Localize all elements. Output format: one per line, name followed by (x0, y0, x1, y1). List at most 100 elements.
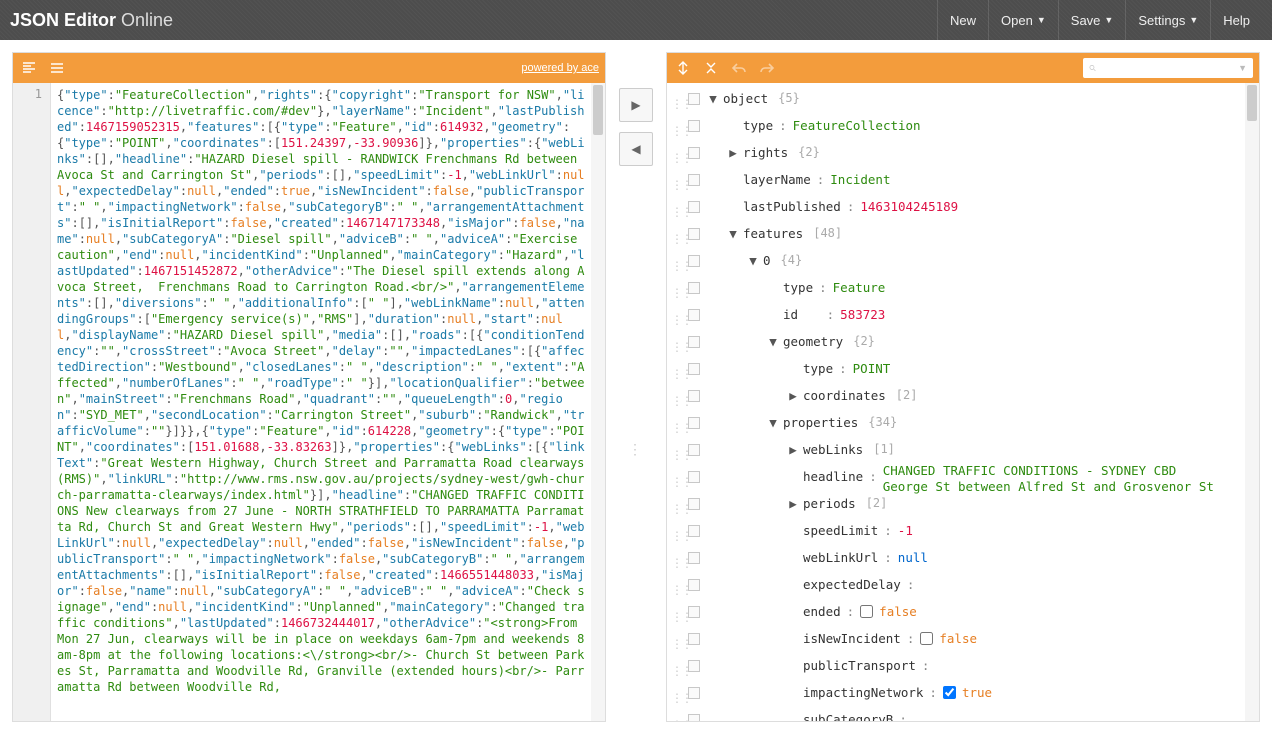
tree-field[interactable]: layerName (743, 166, 811, 193)
menu-save[interactable]: Save▼ (1058, 0, 1126, 40)
expander-icon[interactable]: ▶ (783, 382, 803, 409)
tree-row[interactable]: ▼geometry{2} (667, 328, 1245, 355)
code-editor[interactable]: 1 {"type":"FeatureCollection","rights":{… (13, 83, 605, 721)
drag-handle-icon[interactable] (667, 119, 685, 133)
tree-field[interactable]: type (743, 112, 773, 139)
tree-field[interactable]: webLinks (803, 436, 863, 463)
tree-row[interactable]: impactingNetwork:true (667, 679, 1245, 706)
drag-handle-icon[interactable] (667, 686, 685, 700)
drag-handle-icon[interactable] (667, 443, 685, 457)
tree-field[interactable]: lastPublished (743, 193, 841, 220)
expand-all-icon[interactable] (673, 58, 693, 78)
left-scrollbar[interactable] (591, 83, 605, 721)
tree-row[interactable]: ▼object{5} (667, 85, 1245, 112)
drag-handle-icon[interactable] (667, 227, 685, 241)
tree-row[interactable]: id :583723 (667, 301, 1245, 328)
drag-handle-icon[interactable] (667, 92, 685, 106)
tree-field[interactable]: geometry (783, 328, 843, 355)
format-icon[interactable] (19, 58, 39, 78)
drag-handle-icon[interactable] (667, 524, 685, 538)
search-dropdown-icon[interactable]: ▼ (1238, 63, 1247, 73)
menu-help[interactable]: Help (1210, 0, 1262, 40)
tree-view[interactable]: ▼object{5}type:FeatureCollection▶rights{… (667, 83, 1245, 721)
tree-field[interactable]: headline (803, 463, 863, 490)
tree-row[interactable]: webLinkUrl:null (667, 544, 1245, 571)
collapse-all-icon[interactable] (701, 58, 721, 78)
tree-field[interactable]: type (783, 274, 813, 301)
tree-row[interactable]: type:Feature (667, 274, 1245, 301)
tree-row[interactable]: ▼0{4} (667, 247, 1245, 274)
expander-icon[interactable]: ▶ (783, 490, 803, 517)
tree-field[interactable]: features (743, 220, 803, 247)
tree-row[interactable]: ▶coordinates[2] (667, 382, 1245, 409)
drag-handle-icon[interactable] (667, 713, 685, 722)
expander-icon[interactable]: ▼ (703, 85, 723, 112)
powered-by-link[interactable]: powered by ace (521, 62, 599, 74)
tree-row[interactable]: headline:CHANGED TRAFFIC CONDITIONS - SY… (667, 463, 1245, 490)
expander-icon[interactable]: ▼ (743, 247, 763, 274)
resize-handle[interactable]: ⋮ (628, 447, 644, 451)
expander-icon[interactable]: ▼ (763, 328, 783, 355)
tree-field[interactable]: subCategoryB (803, 706, 893, 721)
redo-icon[interactable] (757, 58, 777, 78)
code-text[interactable]: {"type":"FeatureCollection","rights":{"c… (51, 83, 591, 721)
drag-handle-icon[interactable] (667, 632, 685, 646)
right-scrollbar[interactable] (1245, 83, 1259, 721)
search-input[interactable] (1096, 62, 1238, 74)
drag-handle-icon[interactable] (667, 551, 685, 565)
tree-field[interactable]: type (803, 355, 833, 382)
tree-field[interactable]: periods (803, 490, 856, 517)
bool-checkbox[interactable] (860, 605, 873, 618)
drag-handle-icon[interactable] (667, 362, 685, 376)
tree-row[interactable]: ▼properties{34} (667, 409, 1245, 436)
drag-handle-icon[interactable] (667, 281, 685, 295)
menu-new[interactable]: New (937, 0, 988, 40)
menu-open[interactable]: Open▼ (988, 0, 1058, 40)
tree-field[interactable]: expectedDelay (803, 571, 901, 598)
bool-checkbox[interactable] (943, 686, 956, 699)
drag-handle-icon[interactable] (667, 416, 685, 430)
tree-field[interactable]: 0 (763, 247, 771, 274)
tree-row[interactable]: ▶rights{2} (667, 139, 1245, 166)
tree-field[interactable]: speedLimit (803, 517, 878, 544)
expander-icon[interactable]: ▶ (723, 139, 743, 166)
tree-field[interactable]: isNewIncident (803, 625, 901, 652)
tree-row[interactable]: type:POINT (667, 355, 1245, 382)
tree-row[interactable]: expectedDelay: (667, 571, 1245, 598)
drag-handle-icon[interactable] (667, 308, 685, 322)
expander-icon[interactable]: ▶ (783, 436, 803, 463)
tree-row[interactable]: subCategoryB: (667, 706, 1245, 721)
compact-icon[interactable] (47, 58, 67, 78)
tree-row[interactable]: ended:false (667, 598, 1245, 625)
tree-row[interactable]: ▼features[48] (667, 220, 1245, 247)
drag-handle-icon[interactable] (667, 146, 685, 160)
copy-left-button[interactable]: ◀ (619, 132, 653, 166)
copy-right-button[interactable]: ▶ (619, 88, 653, 122)
drag-handle-icon[interactable] (667, 389, 685, 403)
drag-handle-icon[interactable] (667, 578, 685, 592)
tree-field[interactable]: id (783, 301, 798, 328)
search-box[interactable]: ▼ (1083, 58, 1253, 78)
undo-icon[interactable] (729, 58, 749, 78)
drag-handle-icon[interactable] (667, 254, 685, 268)
drag-handle-icon[interactable] (667, 659, 685, 673)
drag-handle-icon[interactable] (667, 605, 685, 619)
tree-row[interactable]: lastPublished:1463104245189 (667, 193, 1245, 220)
drag-handle-icon[interactable] (667, 200, 685, 214)
expander-icon[interactable]: ▼ (763, 409, 783, 436)
tree-row[interactable]: type:FeatureCollection (667, 112, 1245, 139)
expander-icon[interactable]: ▼ (723, 220, 743, 247)
drag-handle-icon[interactable] (667, 470, 685, 484)
tree-field[interactable]: ended (803, 598, 841, 625)
drag-handle-icon[interactable] (667, 335, 685, 349)
tree-row[interactable]: speedLimit:-1 (667, 517, 1245, 544)
tree-field[interactable]: rights (743, 139, 788, 166)
tree-field[interactable]: coordinates (803, 382, 886, 409)
tree-field[interactable]: object (723, 85, 768, 112)
drag-handle-icon[interactable] (667, 497, 685, 511)
menu-settings[interactable]: Settings▼ (1125, 0, 1210, 40)
drag-handle-icon[interactable] (667, 173, 685, 187)
tree-field[interactable]: impactingNetwork (803, 679, 923, 706)
bool-checkbox[interactable] (920, 632, 933, 645)
tree-field[interactable]: publicTransport (803, 652, 916, 679)
